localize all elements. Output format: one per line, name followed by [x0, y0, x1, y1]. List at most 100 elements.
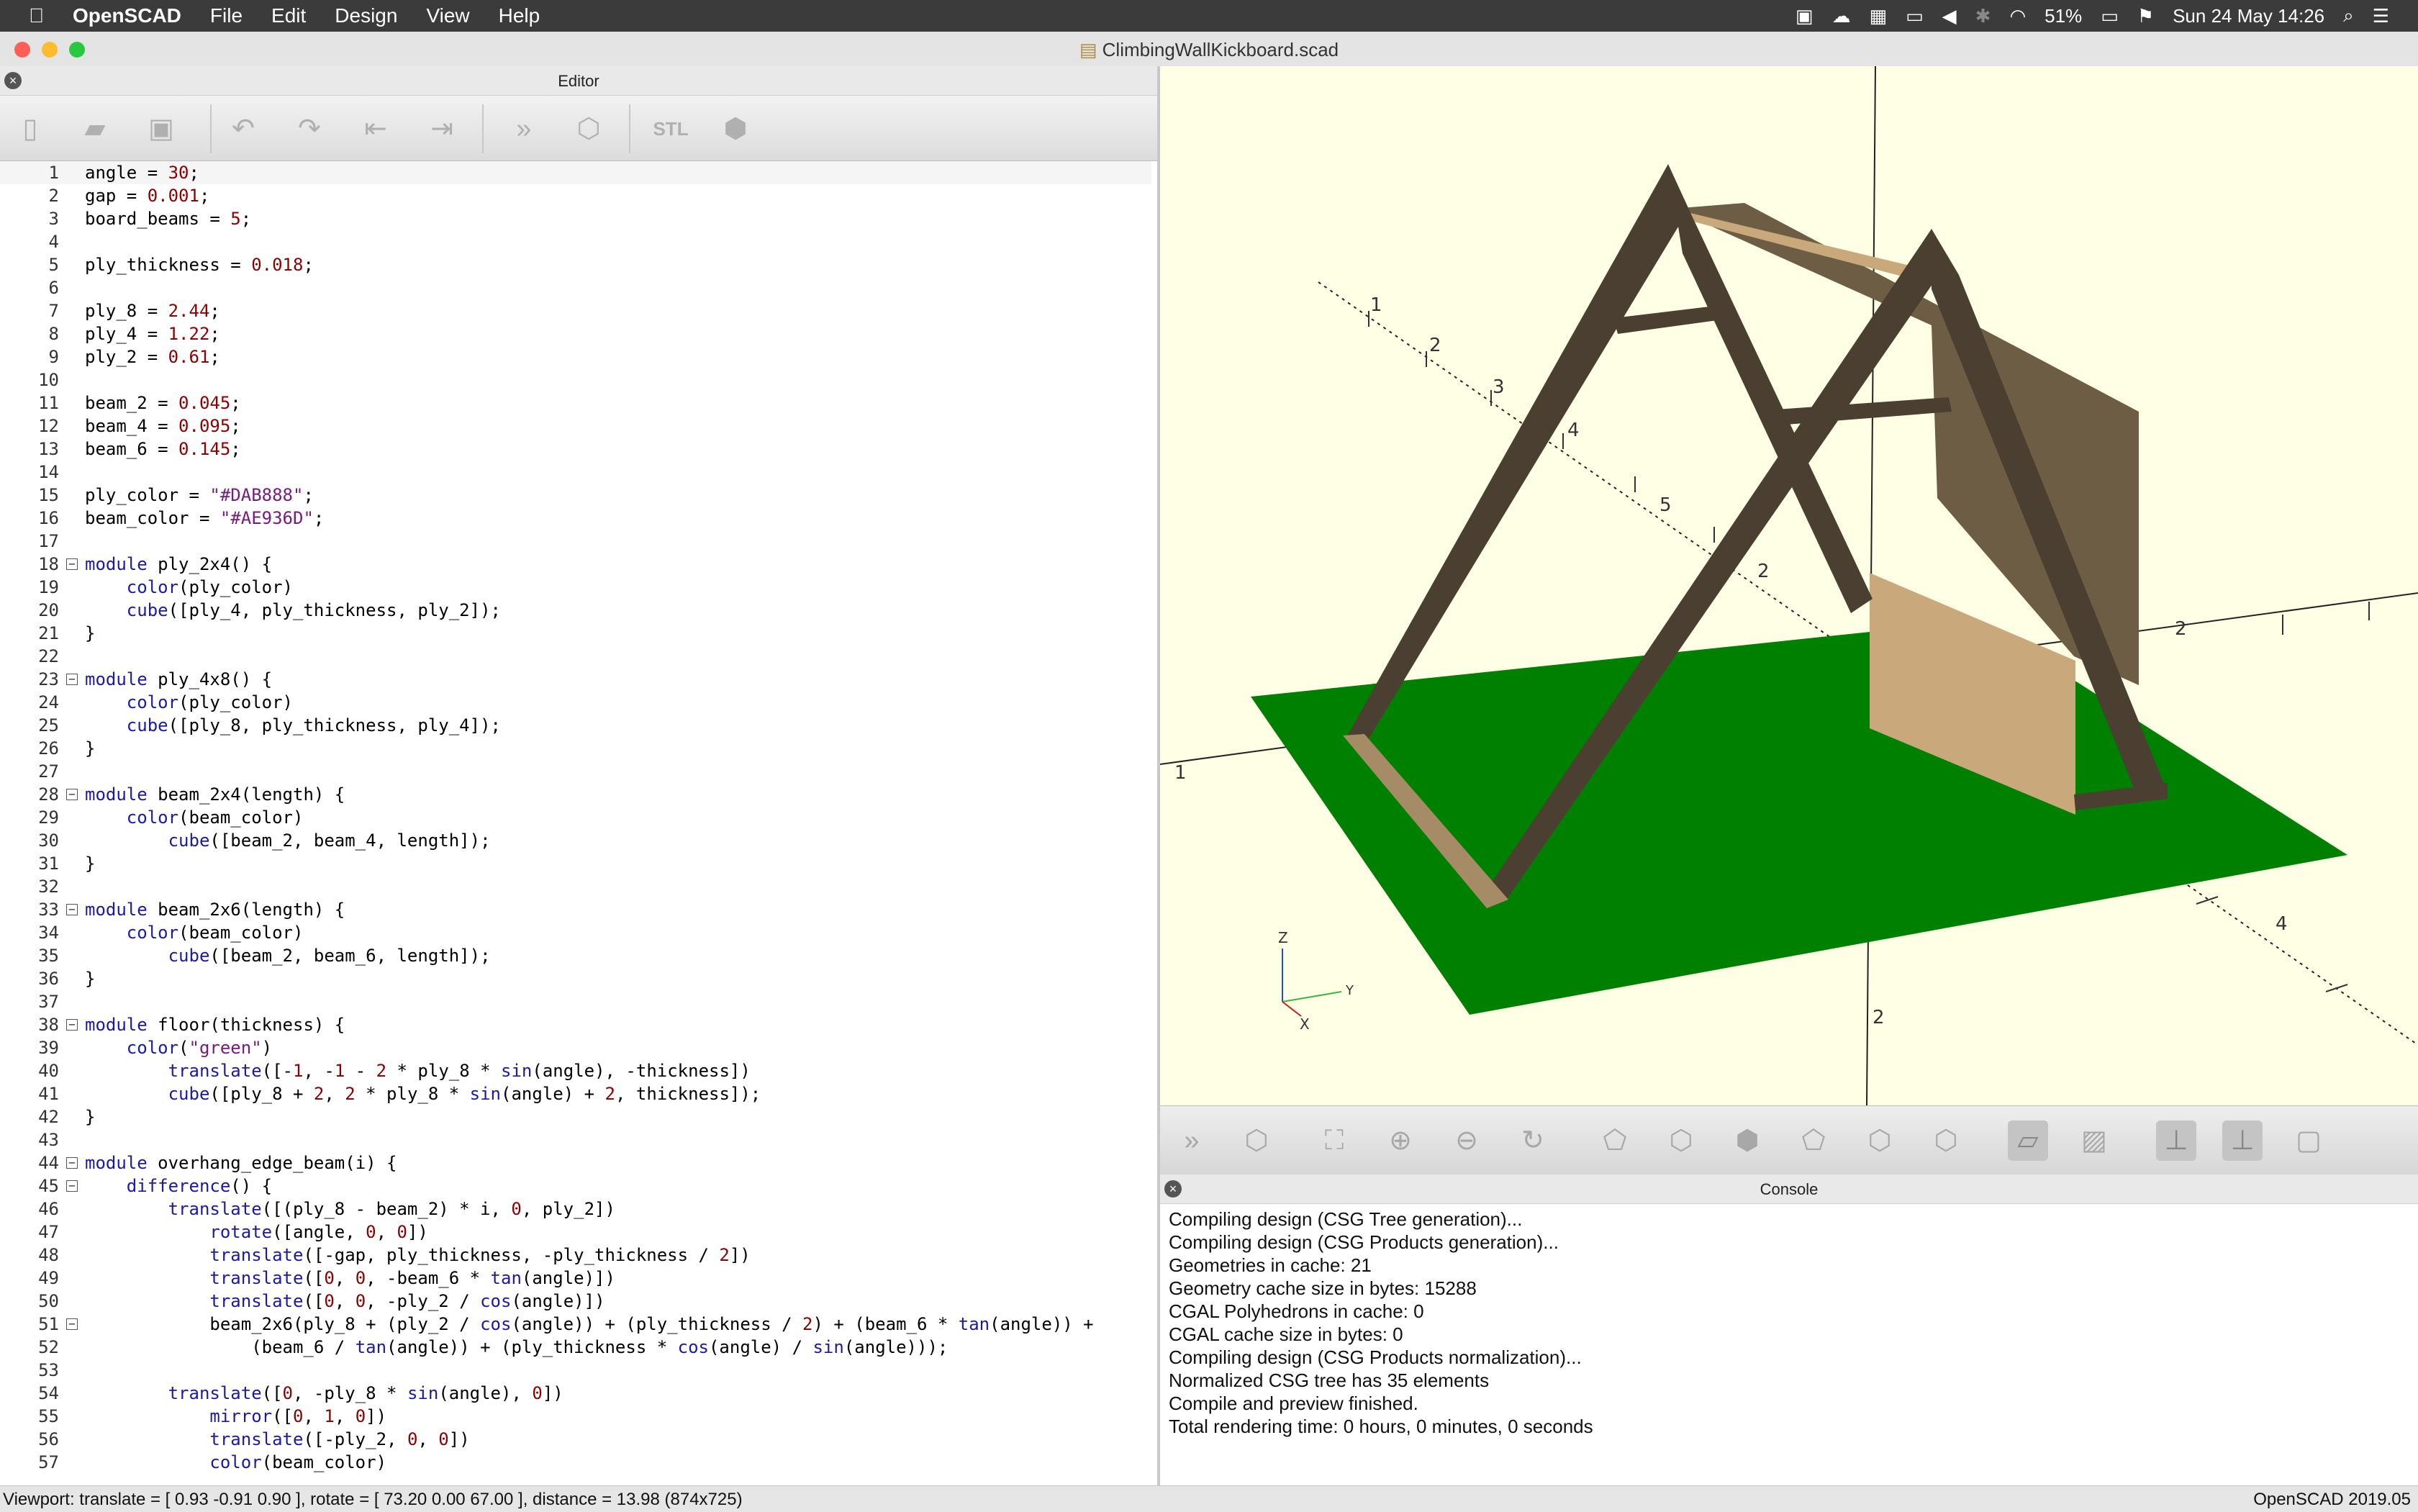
- render-icon[interactable]: ⬡: [1236, 1121, 1277, 1161]
- code-line[interactable]: 49 translate([0, 0, -beam_6 * tan(angle)…: [0, 1267, 1151, 1290]
- show-edges-icon[interactable]: ▢: [2288, 1121, 2329, 1161]
- code-line[interactable]: 43: [0, 1128, 1151, 1151]
- perspective-icon[interactable]: ▱: [2008, 1121, 2048, 1161]
- code-line[interactable]: 24 color(ply_color): [0, 691, 1151, 714]
- code-line[interactable]: 17: [0, 530, 1151, 553]
- code-line[interactable]: 31}: [0, 852, 1151, 875]
- bottom-view-icon[interactable]: ⬢: [1727, 1121, 1767, 1161]
- fold-toggle-icon[interactable]: −: [66, 1180, 78, 1192]
- code-line[interactable]: 47 rotate([angle, 0, 0]): [0, 1221, 1151, 1244]
- reset-view-icon[interactable]: ↻: [1513, 1121, 1553, 1161]
- app-menu[interactable]: OpenSCAD: [73, 4, 181, 27]
- fold-toggle-icon[interactable]: −: [66, 558, 78, 570]
- menu-edit[interactable]: Edit: [271, 4, 306, 27]
- code-line[interactable]: 54 translate([0, -ply_8 * sin(angle), 0]…: [0, 1382, 1151, 1405]
- fold-toggle-icon[interactable]: −: [66, 674, 78, 685]
- apple-menu-icon[interactable]: : [29, 4, 44, 27]
- code-line[interactable]: 38− module floor(thickness) {: [0, 1013, 1151, 1036]
- code-line[interactable]: 28− module beam_2x4(length) {: [0, 783, 1151, 806]
- code-line[interactable]: 13 beam_6 = 0.145;: [0, 438, 1151, 461]
- code-line[interactable]: 19 color(ply_color): [0, 576, 1151, 599]
- code-line[interactable]: 35 cube([beam_2, beam_6, length]);: [0, 944, 1151, 967]
- code-line[interactable]: 40 translate([-1, -1 - 2 * ply_8 * sin(a…: [0, 1059, 1151, 1082]
- code-line[interactable]: 26}: [0, 737, 1151, 760]
- code-line[interactable]: 27: [0, 760, 1151, 783]
- code-line[interactable]: 10: [0, 368, 1151, 391]
- right-view-icon[interactable]: ⬠: [1595, 1121, 1635, 1161]
- code-line[interactable]: 20 cube([ply_4, ply_thickness, ply_2]);: [0, 599, 1151, 622]
- open-file-icon[interactable]: ▰: [75, 109, 115, 149]
- undo-icon[interactable]: ↶: [223, 109, 263, 149]
- code-line[interactable]: 32: [0, 875, 1151, 898]
- zoom-in-icon[interactable]: ⊕: [1380, 1121, 1421, 1161]
- battery-icon[interactable]: ▭: [2101, 5, 2119, 27]
- code-line[interactable]: 21}: [0, 622, 1151, 645]
- show-axes-icon[interactable]: ⊥: [2156, 1121, 2196, 1161]
- preview-icon[interactable]: »: [504, 109, 544, 149]
- code-line[interactable]: 39 color("green"): [0, 1036, 1151, 1059]
- grid-icon[interactable]: ▦: [1870, 5, 1888, 27]
- fold-toggle-icon[interactable]: −: [66, 1318, 78, 1330]
- code-line[interactable]: 52 (beam_6 / tan(angle)) + (ply_thicknes…: [0, 1336, 1151, 1359]
- code-line[interactable]: 29 color(beam_color): [0, 806, 1151, 829]
- code-line[interactable]: 44− module overhang_edge_beam(i) {: [0, 1151, 1151, 1174]
- code-line[interactable]: 8 ply_4 = 1.22;: [0, 322, 1151, 345]
- code-line[interactable]: 42}: [0, 1105, 1151, 1128]
- code-line[interactable]: 7 ply_8 = 2.44;: [0, 299, 1151, 322]
- new-file-icon[interactable]: ▯: [10, 109, 50, 149]
- code-line[interactable]: 2 gap = 0.001;: [0, 184, 1151, 207]
- fold-toggle-icon[interactable]: −: [66, 1157, 78, 1169]
- code-line[interactable]: 53: [0, 1359, 1151, 1382]
- volume-icon[interactable]: ◀: [1942, 5, 1957, 27]
- menu-file[interactable]: File: [210, 4, 243, 27]
- zoom-out-icon[interactable]: ⊖: [1446, 1121, 1487, 1161]
- fold-toggle-icon[interactable]: −: [66, 1019, 78, 1031]
- code-line[interactable]: 12 beam_4 = 0.095;: [0, 415, 1151, 438]
- code-line[interactable]: 45− difference() {: [0, 1174, 1151, 1198]
- code-line[interactable]: 33− module beam_2x6(length) {: [0, 898, 1151, 921]
- preview-icon[interactable]: »: [1172, 1121, 1212, 1161]
- render-icon[interactable]: ⬡: [569, 109, 609, 149]
- code-line[interactable]: 37: [0, 990, 1151, 1013]
- code-line[interactable]: 56 translate([-ply_2, 0, 0]): [0, 1428, 1151, 1451]
- export-icon[interactable]: ⬢: [715, 109, 756, 149]
- save-icon[interactable]: ▣: [141, 109, 181, 149]
- code-line[interactable]: 18− module ply_2x4() {: [0, 553, 1151, 576]
- code-line[interactable]: 41 cube([ply_8 + 2, 2 * ply_8 * sin(angl…: [0, 1082, 1151, 1105]
- code-line[interactable]: 46 translate([(ply_8 - beam_2) * i, 0, p…: [0, 1198, 1151, 1221]
- menu-help[interactable]: Help: [499, 4, 540, 27]
- code-line[interactable]: 22: [0, 645, 1151, 668]
- console-output[interactable]: Compiling design (CSG Tree generation)..…: [1169, 1208, 1593, 1438]
- wifi-icon[interactable]: ◠: [2009, 5, 2026, 27]
- flag-icon[interactable]: ⚑: [2137, 5, 2154, 27]
- orthogonal-icon[interactable]: ▨: [2074, 1121, 2114, 1161]
- code-line[interactable]: 9 ply_2 = 0.61;: [0, 345, 1151, 368]
- code-editor[interactable]: 1 angle = 30; 2 gap = 0.001; 3 board_beams = …: [0, 161, 1157, 1478]
- code-line[interactable]: 36}: [0, 967, 1151, 990]
- bluetooth-icon[interactable]: ✱: [1975, 5, 1991, 27]
- code-line[interactable]: 5 ply_thickness = 0.018;: [0, 253, 1151, 276]
- code-line[interactable]: 34 color(beam_color): [0, 921, 1151, 944]
- code-line[interactable]: 55 mirror([0, 1, 0]): [0, 1405, 1151, 1428]
- view-all-icon[interactable]: ⛶: [1314, 1121, 1354, 1161]
- fold-toggle-icon[interactable]: −: [66, 904, 78, 915]
- 3d-viewport[interactable]: 1 2 3 4 5 2 2 4 2 1 Z Y X: [1160, 66, 2418, 1105]
- code-line[interactable]: 48 translate([-gap, ply_thickness, -ply_…: [0, 1244, 1151, 1267]
- indent-icon[interactable]: ⇥: [422, 109, 462, 149]
- clock[interactable]: Sun 24 May 14:26: [2173, 5, 2324, 27]
- notification-center-icon[interactable]: ☰: [2373, 5, 2389, 27]
- airplay-icon[interactable]: ▭: [1906, 5, 1924, 27]
- code-line[interactable]: 11 beam_2 = 0.045;: [0, 391, 1151, 415]
- code-line[interactable]: 1 angle = 30;: [0, 161, 1151, 184]
- code-line[interactable]: 50 translate([0, 0, -ply_2 / cos(angle)]…: [0, 1290, 1151, 1313]
- code-line[interactable]: 25 cube([ply_8, ply_thickness, ply_4]);: [0, 714, 1151, 737]
- code-line[interactable]: 16 beam_color = "#AE936D";: [0, 507, 1151, 530]
- code-line[interactable]: 14: [0, 461, 1151, 484]
- unindent-icon[interactable]: ⇤: [356, 109, 396, 149]
- search-icon[interactable]: ⌕: [2343, 4, 2354, 27]
- front-view-icon[interactable]: ⬡: [1860, 1121, 1900, 1161]
- notification-icon[interactable]: ▣: [1796, 5, 1814, 27]
- redo-icon[interactable]: ↷: [289, 109, 330, 149]
- fold-toggle-icon[interactable]: −: [66, 789, 78, 800]
- code-line[interactable]: 51− beam_2x6(ply_8 + (ply_2 / cos(angle)…: [0, 1313, 1151, 1336]
